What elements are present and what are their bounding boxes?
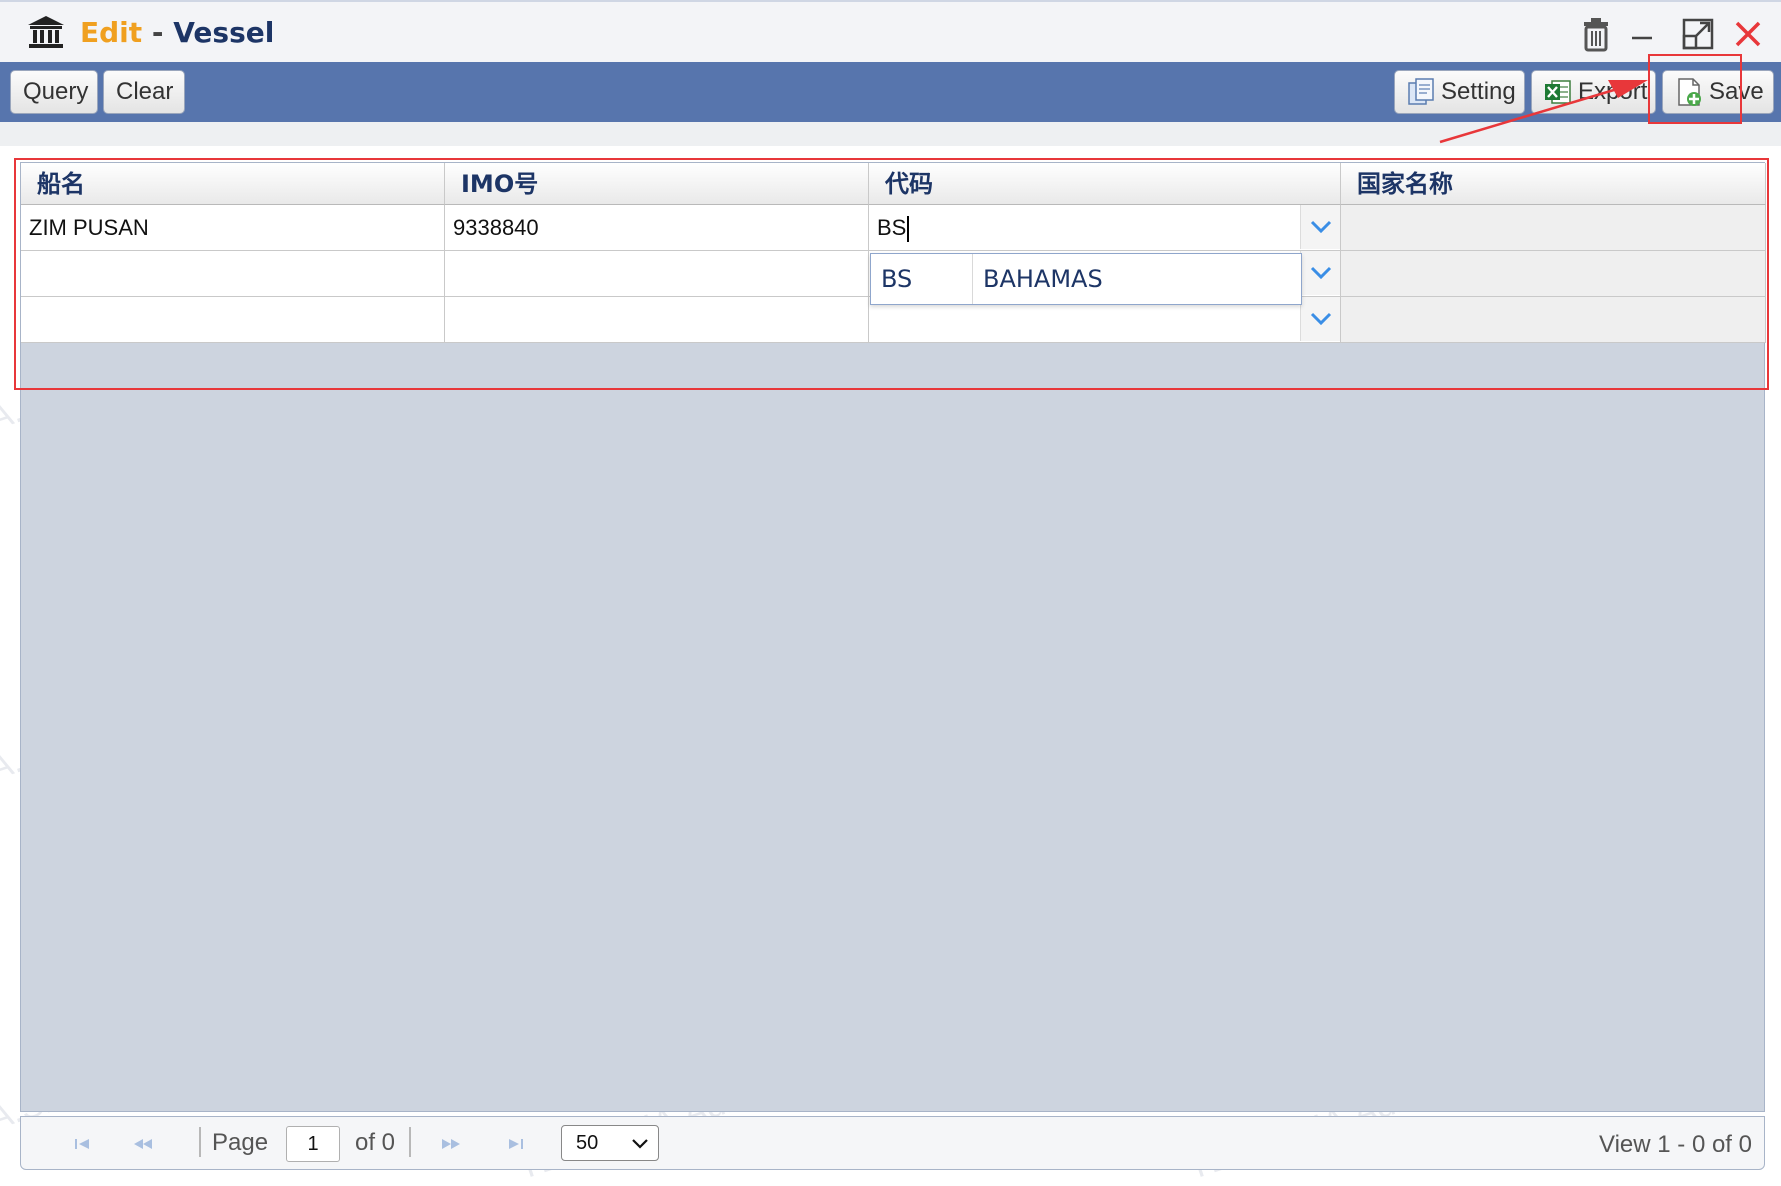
chevron-down-icon: [632, 1139, 648, 1149]
maximize-icon[interactable]: [1678, 14, 1718, 54]
window-title: Edit - Vessel: [80, 16, 274, 49]
first-page-icon[interactable]: [73, 1137, 93, 1151]
records-summary: View 1 - 0 of 0: [1599, 1131, 1752, 1158]
export-button[interactable]: Export: [1531, 70, 1656, 114]
pager-separator: [409, 1127, 411, 1157]
page-label: Page: [212, 1129, 269, 1156]
toolbar: Query Clear Setting Export Save: [0, 62, 1781, 122]
setting-button[interactable]: Setting: [1394, 70, 1525, 114]
page-size-select[interactable]: 50: [561, 1125, 659, 1161]
page-number-input[interactable]: 1: [286, 1126, 340, 1162]
pager-separator: [199, 1127, 201, 1157]
minimize-icon[interactable]: [1624, 14, 1664, 54]
page-size-value: 50: [576, 1132, 599, 1154]
annotation-highlight-grid: [14, 158, 1769, 390]
title-entity: Vessel: [173, 16, 275, 49]
export-label: Export: [1578, 78, 1648, 105]
setting-icon: [1408, 78, 1434, 105]
pager: Page 1 of 0 50 View 1 - 0 of 0: [20, 1116, 1765, 1170]
title-mode: Edit: [80, 16, 143, 49]
prev-page-icon[interactable]: [133, 1137, 153, 1151]
toolbar-spacer: [0, 122, 1781, 146]
last-page-icon[interactable]: [505, 1137, 525, 1151]
next-page-icon[interactable]: [441, 1137, 461, 1151]
bank-icon: [28, 16, 64, 48]
clear-button[interactable]: Clear: [103, 70, 185, 114]
title-separator: -: [142, 16, 174, 49]
excel-icon: [1545, 80, 1571, 104]
page-total-label: of 0: [355, 1129, 396, 1156]
close-icon[interactable]: [1728, 14, 1768, 54]
window-title-bar: Edit - Vessel: [0, 0, 1781, 62]
setting-label: Setting: [1441, 78, 1516, 105]
trash-icon[interactable]: [1576, 14, 1616, 54]
query-button[interactable]: Query: [10, 70, 98, 114]
annotation-highlight-save: [1648, 54, 1742, 124]
